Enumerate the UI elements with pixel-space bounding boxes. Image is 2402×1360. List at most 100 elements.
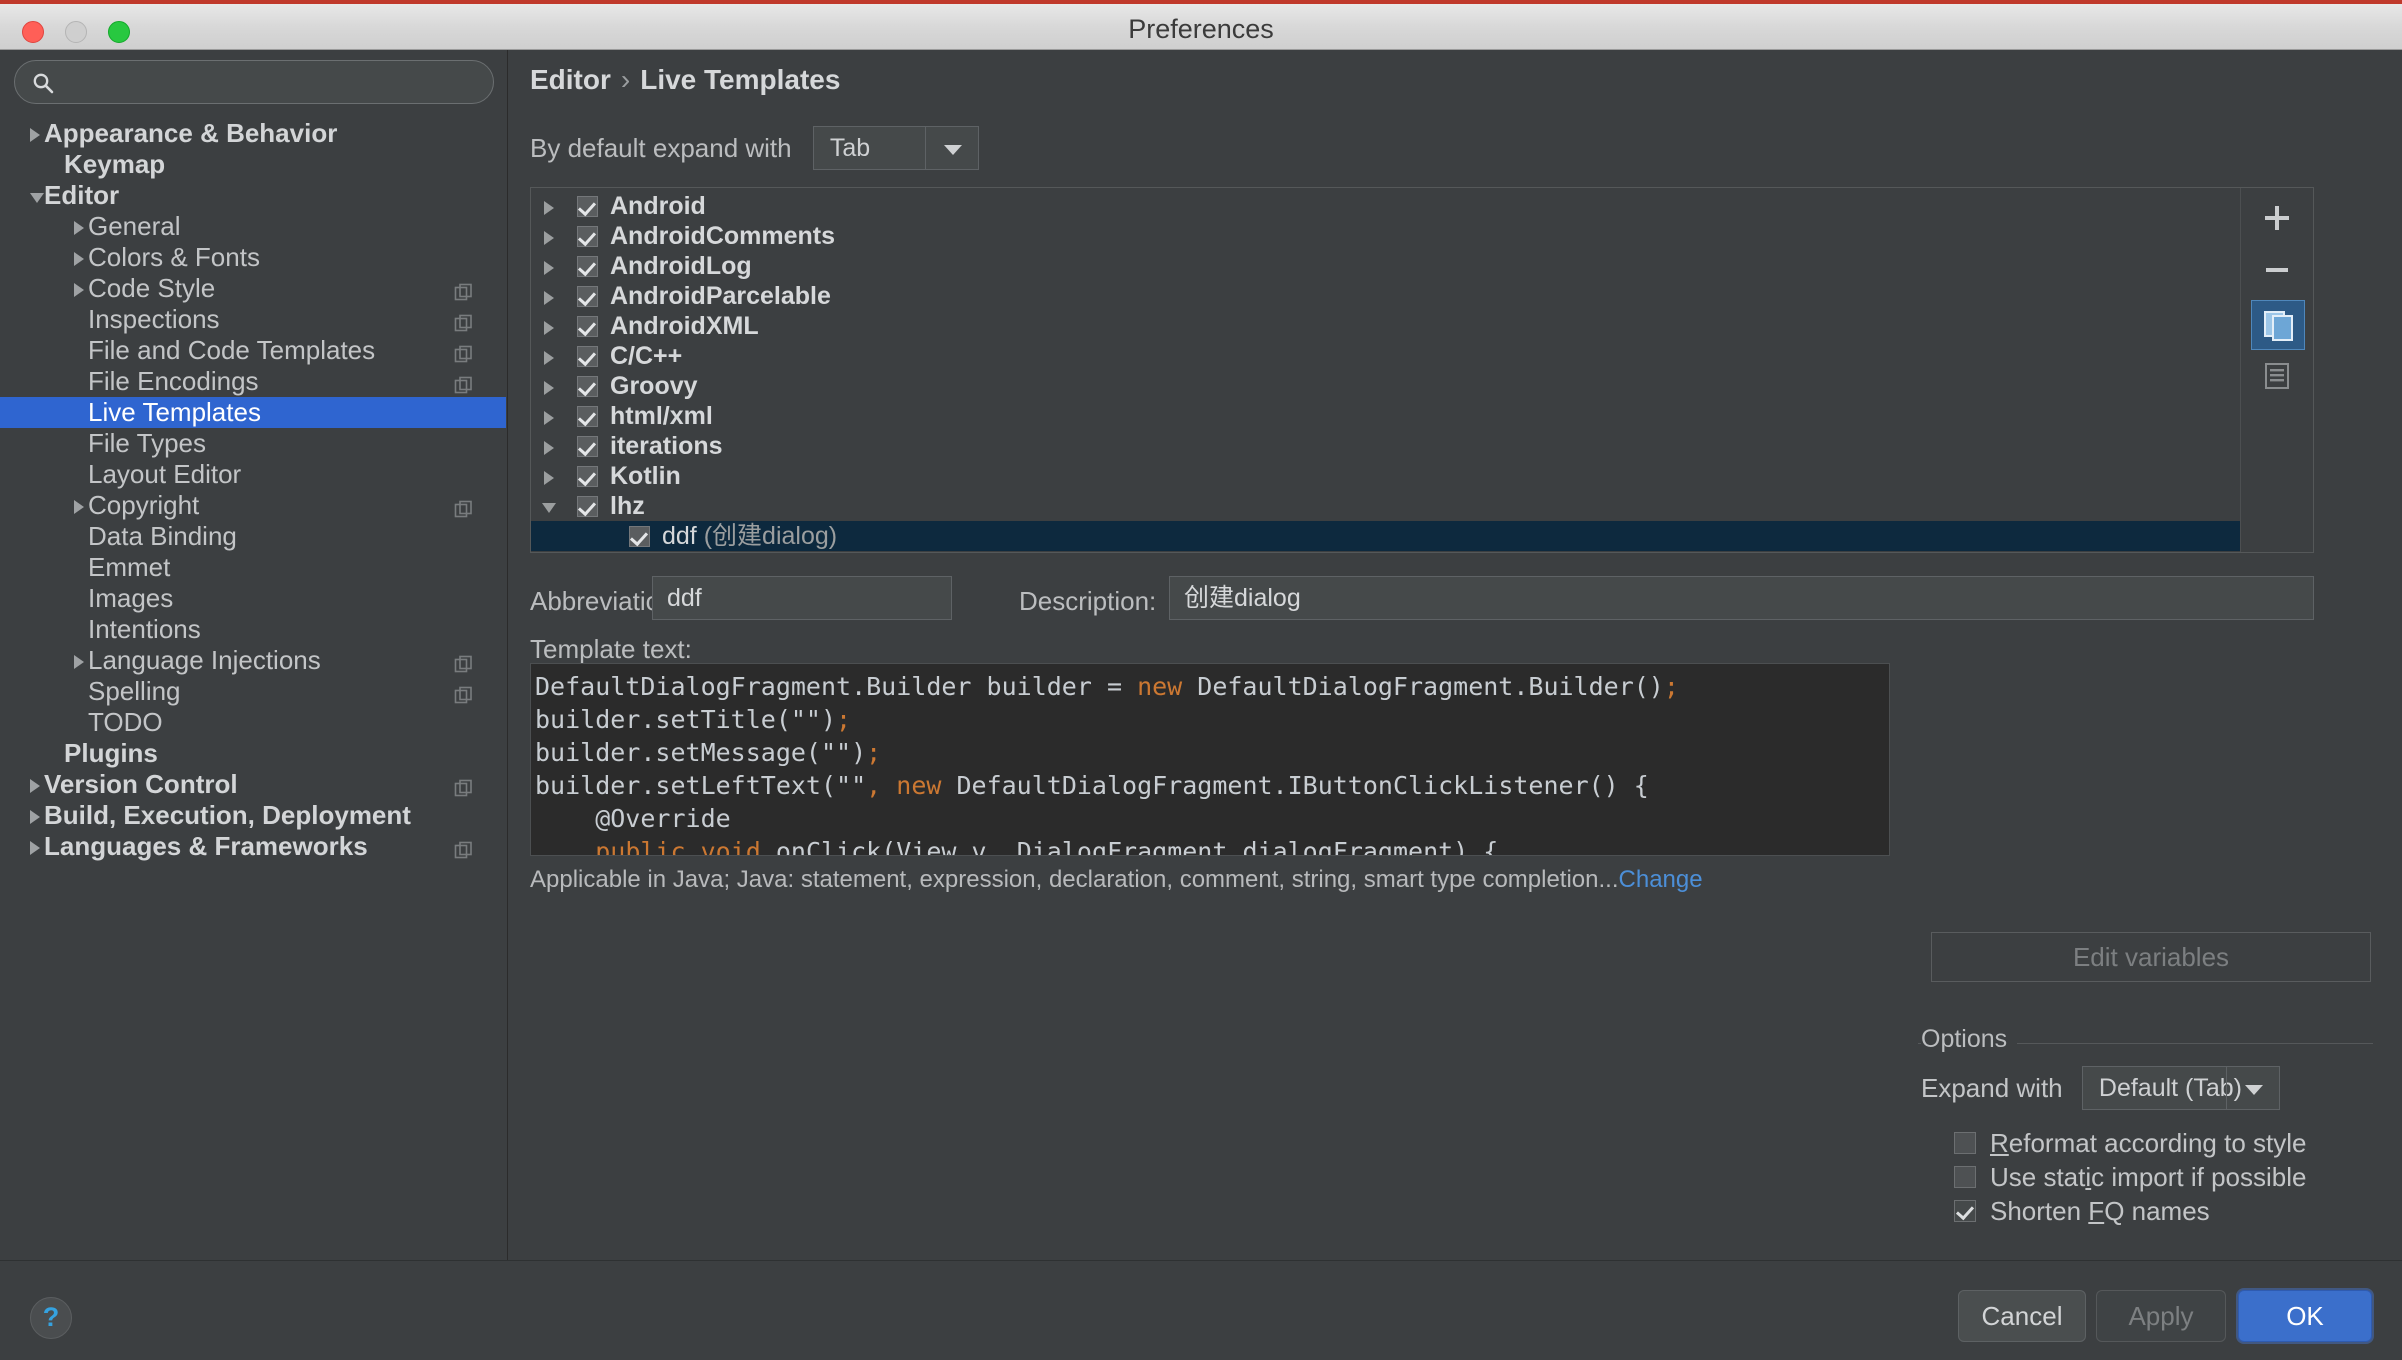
chevron-right-icon[interactable] xyxy=(74,500,84,514)
chevron-right-icon[interactable] xyxy=(544,471,554,485)
sidebar-item-layout-editor[interactable]: Layout Editor xyxy=(0,459,506,490)
chevron-down-icon[interactable] xyxy=(2226,1067,2279,1109)
abbreviation-input[interactable]: ddf xyxy=(652,576,952,620)
help-button[interactable]: ? xyxy=(30,1297,72,1339)
sidebar-item-intentions[interactable]: Intentions xyxy=(0,614,506,645)
template-group-row[interactable]: Android xyxy=(531,191,2241,221)
sidebar-item-code-style[interactable]: Code Style xyxy=(0,273,506,304)
sidebar-item-spelling[interactable]: Spelling xyxy=(0,676,506,707)
chevron-right-icon[interactable] xyxy=(544,291,554,305)
templates-list[interactable]: AndroidAndroidCommentsAndroidLogAndroidP… xyxy=(530,187,2314,553)
template-row[interactable]: mstring (string method) xyxy=(531,551,2241,553)
chevron-right-icon[interactable] xyxy=(74,221,84,235)
chevron-right-icon[interactable] xyxy=(544,381,554,395)
panel-splitter[interactable] xyxy=(530,558,2314,572)
expand-with-select[interactable]: Default (Tab) xyxy=(2082,1066,2280,1110)
description-input[interactable]: 创建dialog xyxy=(1169,576,2314,620)
chevron-right-icon[interactable] xyxy=(30,810,40,824)
chevron-down-icon[interactable] xyxy=(30,193,44,203)
add-template-button[interactable] xyxy=(2251,194,2303,242)
sidebar-item-language-injections[interactable]: Language Injections xyxy=(0,645,506,676)
template-enabled-checkbox[interactable] xyxy=(577,316,598,337)
template-enabled-checkbox[interactable] xyxy=(577,436,598,457)
chevron-right-icon[interactable] xyxy=(544,351,554,365)
chevron-right-icon[interactable] xyxy=(544,411,554,425)
cancel-button[interactable]: Cancel xyxy=(1958,1290,2086,1342)
ok-button[interactable]: OK xyxy=(2238,1290,2372,1342)
checkbox-box[interactable] xyxy=(1954,1200,1976,1222)
chevron-right-icon[interactable] xyxy=(30,779,40,793)
template-group-row[interactable]: AndroidParcelable xyxy=(531,281,2241,311)
sidebar-item-keymap[interactable]: Keymap xyxy=(0,149,506,180)
template-row[interactable]: ddf (创建dialog) xyxy=(531,521,2241,551)
template-enabled-checkbox[interactable] xyxy=(577,466,598,487)
checkbox-box[interactable] xyxy=(1954,1132,1976,1154)
search-box[interactable] xyxy=(14,60,494,104)
sidebar-item-editor[interactable]: Editor xyxy=(0,180,506,211)
option-label: Shorten FQ names xyxy=(1990,1194,2210,1228)
sidebar-item-general[interactable]: General xyxy=(0,211,506,242)
template-enabled-checkbox[interactable] xyxy=(577,496,598,517)
chevron-down-icon[interactable] xyxy=(542,503,556,513)
template-group-row[interactable]: html/xml xyxy=(531,401,2241,431)
sidebar-item-todo[interactable]: TODO xyxy=(0,707,506,738)
change-context-link[interactable]: Change xyxy=(1619,866,1703,893)
sidebar-item-appearance-behavior[interactable]: Appearance & Behavior xyxy=(0,118,506,149)
template-group-button[interactable] xyxy=(2251,352,2303,400)
chevron-right-icon[interactable] xyxy=(74,655,84,669)
remove-template-button[interactable] xyxy=(2251,246,2303,294)
template-enabled-checkbox[interactable] xyxy=(577,196,598,217)
default-expand-select[interactable]: Tab xyxy=(813,126,979,170)
template-group-row[interactable]: AndroidXML xyxy=(531,311,2241,341)
template-group-row[interactable]: iterations xyxy=(531,431,2241,461)
sidebar-item-file-encodings[interactable]: File Encodings xyxy=(0,366,506,397)
window-title: Preferences xyxy=(0,14,2402,45)
template-text-editor[interactable]: DefaultDialogFragment.Builder builder = … xyxy=(530,663,1890,856)
template-group-row[interactable]: AndroidLog xyxy=(531,251,2241,281)
template-enabled-checkbox[interactable] xyxy=(577,406,598,427)
template-group-row[interactable]: Kotlin xyxy=(531,461,2241,491)
template-enabled-checkbox[interactable] xyxy=(577,256,598,277)
template-group-row[interactable]: Groovy xyxy=(531,371,2241,401)
chevron-right-icon[interactable] xyxy=(544,321,554,335)
template-group-row[interactable]: AndroidComments xyxy=(531,221,2241,251)
checkbox-box[interactable] xyxy=(1954,1166,1976,1188)
chevron-right-icon[interactable] xyxy=(544,261,554,275)
chevron-right-icon[interactable] xyxy=(544,441,554,455)
sidebar-search[interactable] xyxy=(14,60,494,104)
template-enabled-checkbox[interactable] xyxy=(577,346,598,367)
search-input[interactable] xyxy=(67,66,481,100)
template-enabled-checkbox[interactable] xyxy=(577,286,598,307)
chevron-right-icon[interactable] xyxy=(544,201,554,215)
template-group-row[interactable]: C/C++ xyxy=(531,341,2241,371)
chevron-right-icon[interactable] xyxy=(30,128,40,142)
template-enabled-checkbox[interactable] xyxy=(577,376,598,397)
sidebar-item-version-control[interactable]: Version Control xyxy=(0,769,506,800)
sidebar-item-languages-frameworks[interactable]: Languages & Frameworks xyxy=(0,831,506,862)
sidebar-item-live-templates[interactable]: Live Templates xyxy=(0,397,506,428)
sidebar-item-copyright[interactable]: Copyright xyxy=(0,490,506,521)
sidebar-item-file-types[interactable]: File Types xyxy=(0,428,506,459)
breadcrumb-root[interactable]: Editor xyxy=(530,64,611,95)
sidebar-item-plugins[interactable]: Plugins xyxy=(0,738,506,769)
apply-button[interactable]: Apply xyxy=(2096,1290,2226,1342)
sidebar-item-file-and-code-templates[interactable]: File and Code Templates xyxy=(0,335,506,366)
chevron-down-icon[interactable] xyxy=(925,127,978,169)
sidebar-item-inspections[interactable]: Inspections xyxy=(0,304,506,335)
mnemonic-letter: F xyxy=(2088,1196,2104,1226)
duplicate-template-button[interactable] xyxy=(2251,300,2305,350)
chevron-right-icon[interactable] xyxy=(30,841,40,855)
chevron-right-icon[interactable] xyxy=(544,231,554,245)
template-enabled-checkbox[interactable] xyxy=(629,526,650,547)
copy-settings-icon xyxy=(454,310,474,330)
edit-variables-button[interactable]: Edit variables xyxy=(1931,932,2371,982)
chevron-right-icon[interactable] xyxy=(74,283,84,297)
template-enabled-checkbox[interactable] xyxy=(577,226,598,247)
template-group-row[interactable]: lhz xyxy=(531,491,2241,521)
sidebar-item-build-execution-deployment[interactable]: Build, Execution, Deployment xyxy=(0,800,506,831)
sidebar-item-data-binding[interactable]: Data Binding xyxy=(0,521,506,552)
sidebar-item-emmet[interactable]: Emmet xyxy=(0,552,506,583)
chevron-right-icon[interactable] xyxy=(74,252,84,266)
sidebar-item-images[interactable]: Images xyxy=(0,583,506,614)
sidebar-item-colors-fonts[interactable]: Colors & Fonts xyxy=(0,242,506,273)
